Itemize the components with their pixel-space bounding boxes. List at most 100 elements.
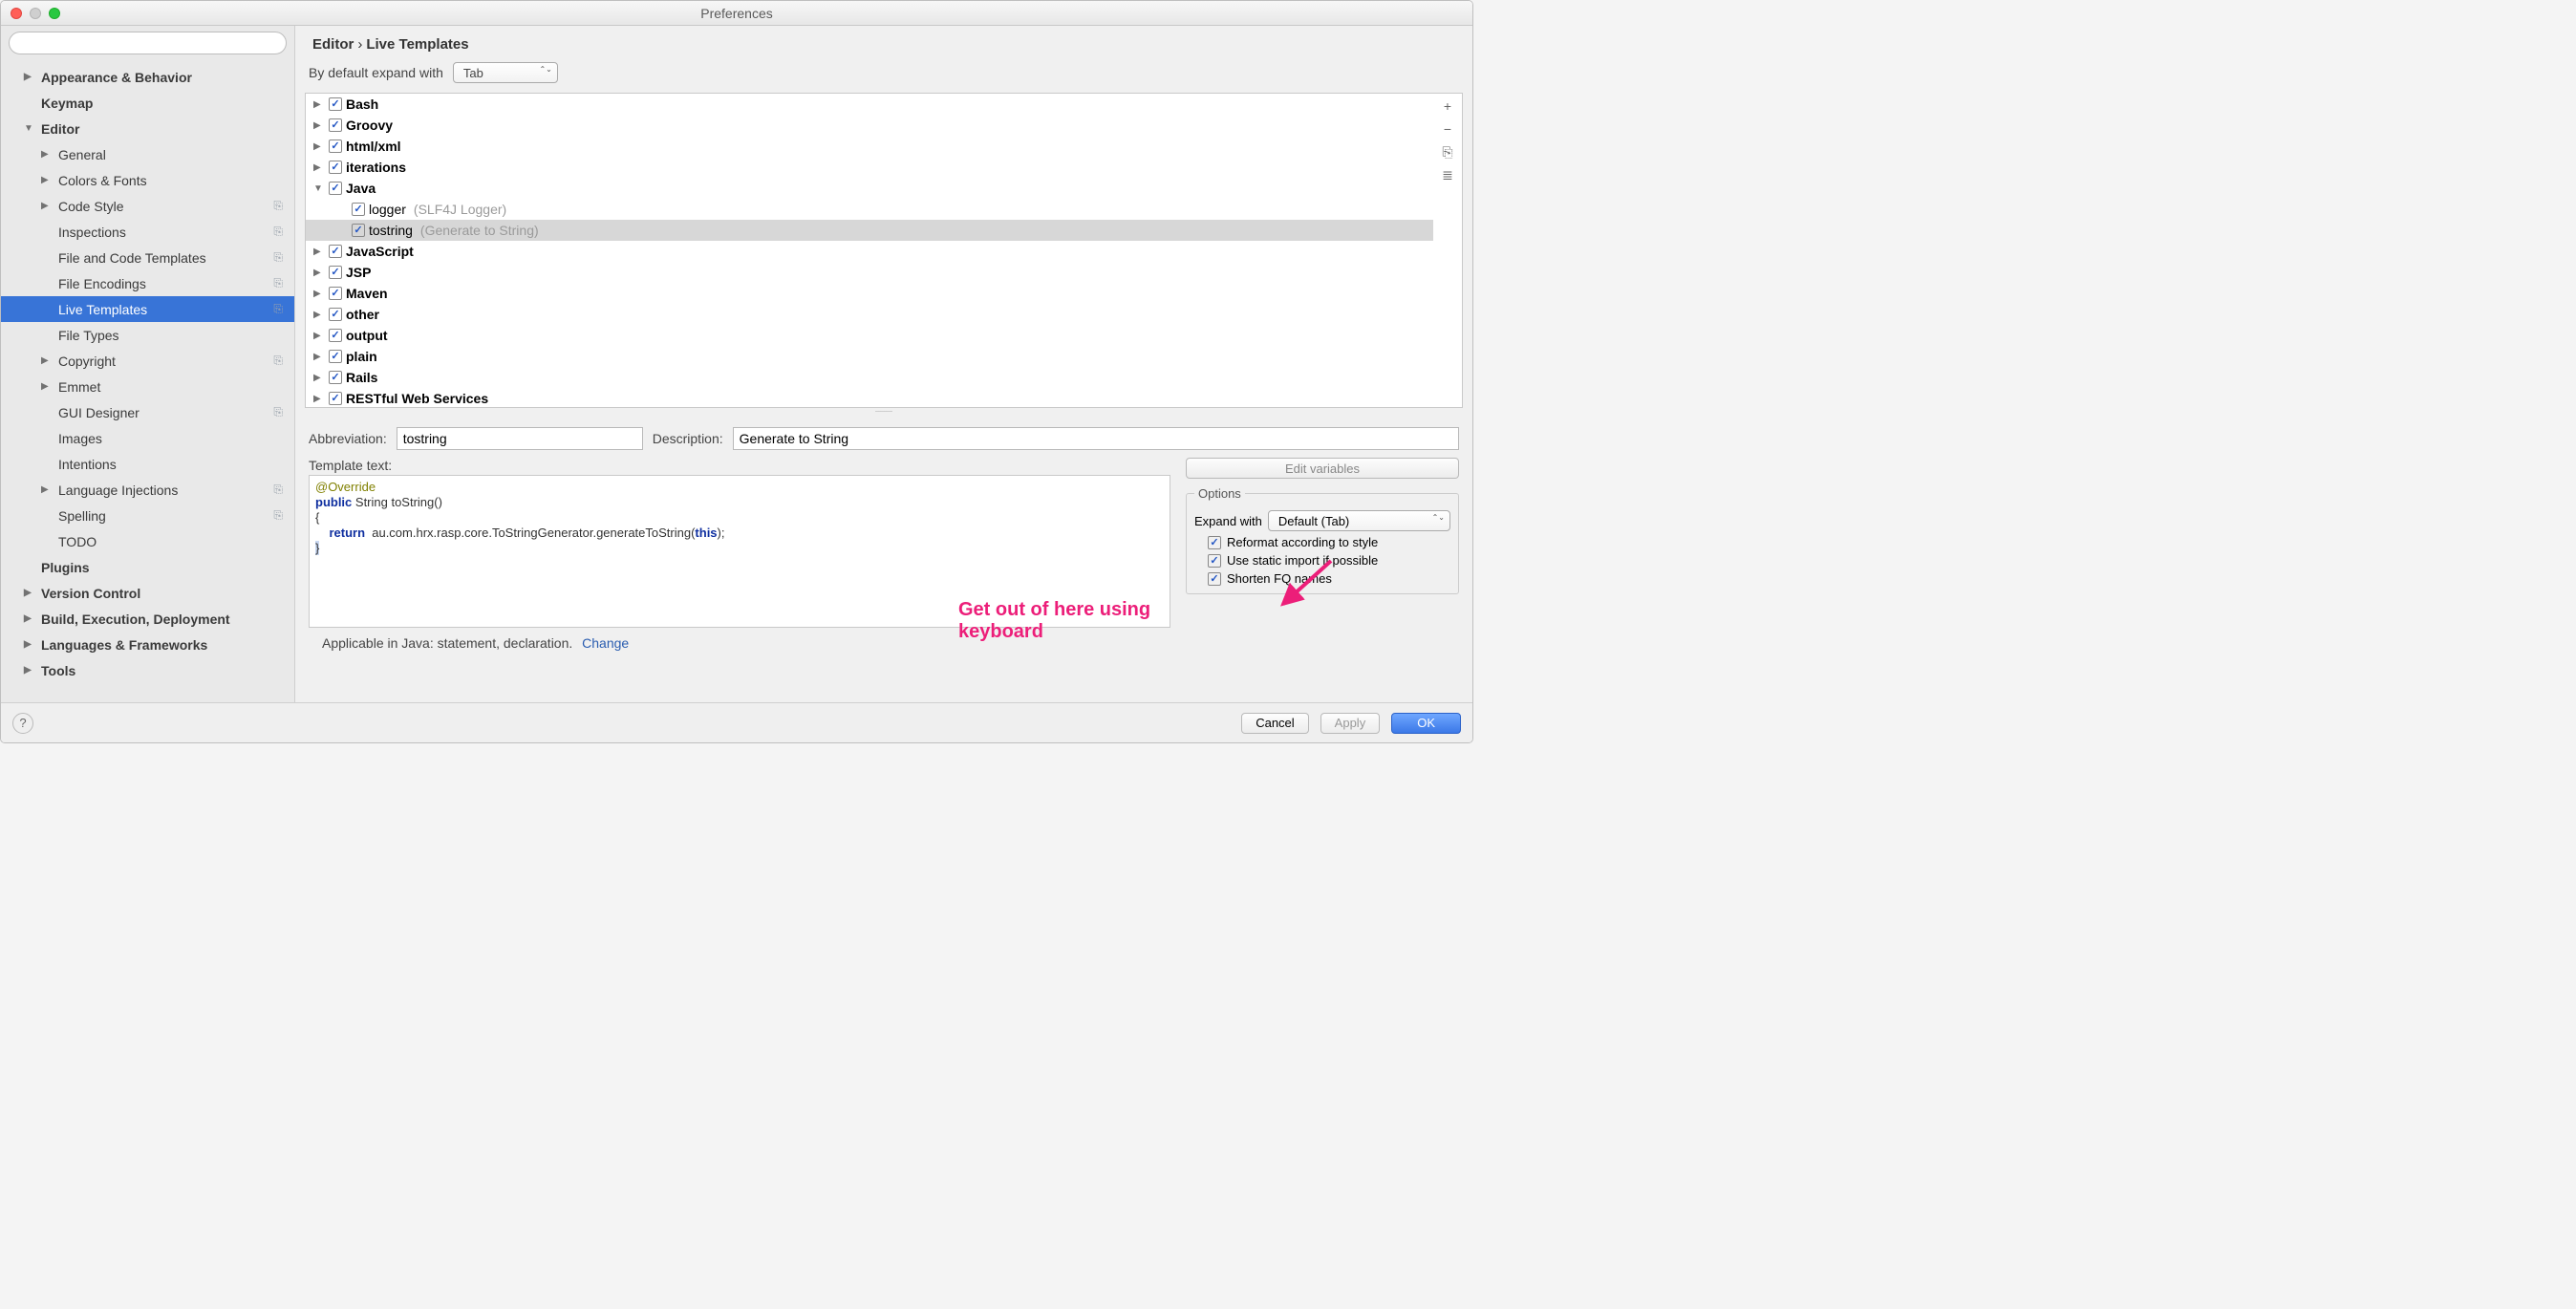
sidebar-item-label: Intentions <box>58 457 117 472</box>
group-row-iterations[interactable]: ▶✓iterations <box>306 157 1433 178</box>
chevron-icon: ▶ <box>313 352 325 362</box>
chevron-icon: ▶ <box>41 149 53 160</box>
edit-variables-button[interactable]: Edit variables <box>1186 458 1459 479</box>
group-row-logger[interactable]: ✓logger(SLF4J Logger) <box>306 199 1433 220</box>
default-expand-select[interactable]: Tab <box>453 62 558 83</box>
group-checkbox[interactable]: ✓ <box>329 371 342 384</box>
project-scope-icon: ⎘ <box>273 302 283 316</box>
reformat-checkbox[interactable]: ✓ <box>1208 536 1221 549</box>
search-input[interactable] <box>9 32 287 54</box>
abbreviation-input[interactable] <box>397 427 643 450</box>
group-row-java[interactable]: ▼✓Java <box>306 178 1433 199</box>
sidebar-item-general[interactable]: ▶General <box>1 141 294 167</box>
sidebar-item-label: Tools <box>41 663 75 678</box>
shorten-fq-checkbox[interactable]: ✓ <box>1208 572 1221 586</box>
group-label: plain <box>346 349 377 364</box>
group-row-html-xml[interactable]: ▶✓html/xml <box>306 136 1433 157</box>
sidebar-item-file-types[interactable]: File Types <box>1 322 294 348</box>
chevron-icon: ▶ <box>313 331 325 341</box>
sidebar-item-tools[interactable]: ▶Tools <box>1 657 294 683</box>
group-checkbox[interactable]: ✓ <box>329 97 342 111</box>
group-checkbox[interactable]: ✓ <box>329 245 342 258</box>
group-checkbox[interactable]: ✓ <box>329 266 342 279</box>
group-checkbox[interactable]: ✓ <box>329 287 342 300</box>
chevron-icon: ▶ <box>41 381 53 392</box>
sidebar-item-images[interactable]: Images <box>1 425 294 451</box>
group-row-restful-web-services[interactable]: ▶✓RESTful Web Services <box>306 388 1433 407</box>
group-row-output[interactable]: ▶✓output <box>306 325 1433 346</box>
sidebar-item-file-and-code-templates[interactable]: File and Code Templates⎘ <box>1 245 294 270</box>
sidebar-item-spelling[interactable]: Spelling⎘ <box>1 503 294 528</box>
sidebar-item-label: Build, Execution, Deployment <box>41 612 230 627</box>
sidebar-item-emmet[interactable]: ▶Emmet <box>1 374 294 399</box>
sidebar-item-label: Images <box>58 431 102 446</box>
splitter-grip[interactable]: ┄┄┄ <box>295 410 1472 416</box>
group-checkbox[interactable]: ✓ <box>329 118 342 132</box>
sidebar-item-version-control[interactable]: ▶Version Control <box>1 580 294 606</box>
sidebar-item-editor[interactable]: ▼Editor <box>1 116 294 141</box>
options-legend: Options <box>1194 486 1245 501</box>
group-checkbox[interactable]: ✓ <box>329 350 342 363</box>
expand-with-select[interactable]: Default (Tab) <box>1268 510 1450 531</box>
sidebar-item-colors-fonts[interactable]: ▶Colors & Fonts <box>1 167 294 193</box>
sidebar-item-keymap[interactable]: Keymap <box>1 90 294 116</box>
sidebar-item-file-encodings[interactable]: File Encodings⎘ <box>1 270 294 296</box>
ok-button[interactable]: OK <box>1391 713 1461 734</box>
sidebar-item-language-injections[interactable]: ▶Language Injections⎘ <box>1 477 294 503</box>
group-checkbox[interactable]: ✓ <box>352 224 365 237</box>
sidebar-item-live-templates[interactable]: Live Templates⎘ <box>1 296 294 322</box>
group-row-groovy[interactable]: ▶✓Groovy <box>306 115 1433 136</box>
sidebar-item-build-execution-deployment[interactable]: ▶Build, Execution, Deployment <box>1 606 294 632</box>
group-label: html/xml <box>346 139 401 154</box>
sidebar-item-inspections[interactable]: Inspections⎘ <box>1 219 294 245</box>
group-row-maven[interactable]: ▶✓Maven <box>306 283 1433 304</box>
group-row-bash[interactable]: ▶✓Bash <box>306 94 1433 115</box>
sidebar-item-appearance-behavior[interactable]: ▶Appearance & Behavior <box>1 64 294 90</box>
group-row-tostring[interactable]: ✓tostring(Generate to String) <box>306 220 1433 241</box>
project-scope-icon: ⎘ <box>273 199 283 213</box>
template-groups-list[interactable]: ▶✓Bash▶✓Groovy▶✓html/xml▶✓iterations▼✓Ja… <box>306 94 1433 407</box>
group-label: Java <box>346 181 376 196</box>
sidebar-item-code-style[interactable]: ▶Code Style⎘ <box>1 193 294 219</box>
group-row-other[interactable]: ▶✓other <box>306 304 1433 325</box>
chevron-icon: ▶ <box>313 162 325 173</box>
sidebar-item-plugins[interactable]: Plugins <box>1 554 294 580</box>
group-row-rails[interactable]: ▶✓Rails <box>306 367 1433 388</box>
group-detail: (Generate to String) <box>420 223 539 238</box>
settings-tree[interactable]: ▶Appearance & BehaviorKeymap▼Editor▶Gene… <box>1 60 294 702</box>
template-text-editor[interactable]: @Override public String toString() { ret… <box>309 475 1170 628</box>
group-checkbox[interactable]: ✓ <box>329 392 342 405</box>
sidebar-item-label: Inspections <box>58 225 126 240</box>
copy-button[interactable]: ⎘ <box>1439 143 1456 161</box>
group-checkbox[interactable]: ✓ <box>329 308 342 321</box>
group-checkbox[interactable]: ✓ <box>329 161 342 174</box>
group-row-plain[interactable]: ▶ ✓ plain <box>306 346 1433 367</box>
paste-button[interactable]: ≣ <box>1439 166 1456 183</box>
sidebar-item-copyright[interactable]: ▶Copyright⎘ <box>1 348 294 374</box>
sidebar: ⌕ ▶Appearance & BehaviorKeymap▼Editor▶Ge… <box>1 26 295 702</box>
sidebar-item-gui-designer[interactable]: GUI Designer⎘ <box>1 399 294 425</box>
sidebar-item-label: Plugins <box>41 560 90 575</box>
sidebar-item-todo[interactable]: TODO <box>1 528 294 554</box>
cancel-button[interactable]: Cancel <box>1241 713 1308 734</box>
chevron-icon: ▼ <box>24 123 35 134</box>
chevron-icon: ▶ <box>24 72 35 82</box>
breadcrumb-sep: › <box>357 36 362 53</box>
group-row-javascript[interactable]: ▶✓JavaScript <box>306 241 1433 262</box>
apply-button[interactable]: Apply <box>1320 713 1381 734</box>
help-button[interactable]: ? <box>12 713 33 734</box>
group-checkbox[interactable]: ✓ <box>329 182 342 195</box>
group-checkbox[interactable]: ✓ <box>329 139 342 153</box>
group-checkbox[interactable]: ✓ <box>329 329 342 342</box>
group-row-jsp[interactable]: ▶✓JSP <box>306 262 1433 283</box>
sidebar-item-label: Colors & Fonts <box>58 173 147 188</box>
sidebar-item-intentions[interactable]: Intentions <box>1 451 294 477</box>
add-button[interactable]: + <box>1439 97 1456 115</box>
static-import-checkbox[interactable]: ✓ <box>1208 554 1221 568</box>
change-context-link[interactable]: Change <box>582 635 629 651</box>
description-input[interactable] <box>733 427 1459 450</box>
group-checkbox[interactable]: ✓ <box>352 203 365 216</box>
sidebar-item-languages-frameworks[interactable]: ▶Languages & Frameworks <box>1 632 294 657</box>
remove-button[interactable]: − <box>1439 120 1456 138</box>
expand-with-label: Expand with <box>1194 514 1262 528</box>
